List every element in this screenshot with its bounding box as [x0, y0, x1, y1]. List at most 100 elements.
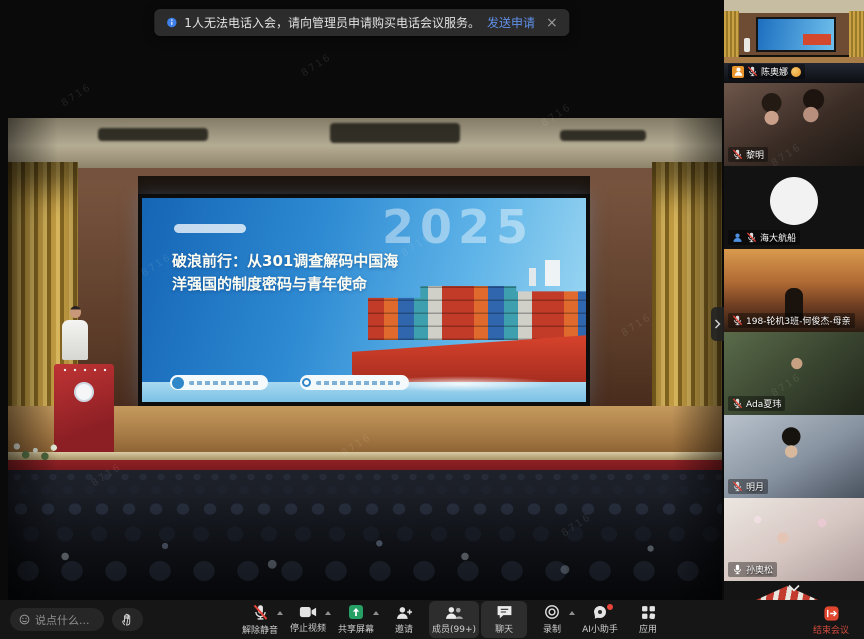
button-label: 停止视频: [290, 621, 326, 634]
participant-name-row: 明月: [728, 479, 768, 494]
button-label: 共享屏幕: [338, 622, 374, 635]
button-label: 邀请: [395, 622, 413, 635]
members-button[interactable]: 成员(99+): [429, 601, 479, 638]
projector-screen-frame: [138, 176, 590, 194]
share-screen-button[interactable]: 共享屏幕: [333, 601, 379, 638]
button-label: 应用: [639, 622, 657, 635]
unmute-button[interactable]: 解除静音: [237, 601, 283, 638]
meeting-toolbar: 说点什么... 解除静音 停止视频 共享屏幕: [0, 600, 864, 639]
end-meeting-label: 结束会议: [813, 623, 849, 636]
button-label: 成员(99+): [432, 622, 476, 635]
participant-name-row: Ada夏玮: [728, 396, 785, 411]
mic-muted-icon: [747, 66, 758, 77]
projector-screen: 2025 破浪前行：从301调查解码中国海洋强国的制度密码与青年使命: [138, 194, 590, 406]
slide-decoration-tag: [174, 224, 246, 233]
participant-tile[interactable]: Ada夏玮: [724, 332, 864, 415]
participant-tile-active-speaker[interactable]: 孙奥松: [724, 498, 864, 581]
invite-person-icon: [396, 605, 413, 620]
participant-name: 黎明: [746, 148, 764, 161]
button-label: 聊天: [495, 622, 513, 635]
stop-video-button[interactable]: 停止视频: [285, 601, 331, 638]
invite-button[interactable]: 邀请: [381, 601, 427, 638]
button-label: AI小助手: [582, 622, 618, 635]
mic-muted-icon: [252, 604, 269, 621]
hall-ceiling: [8, 118, 722, 168]
end-meeting-button[interactable]: 结束会议: [802, 602, 860, 638]
slide-title: 破浪前行：从301调查解码中国海洋强国的制度密码与青年使命: [172, 250, 410, 297]
reaction-hand-button[interactable]: [112, 608, 143, 631]
apps-grid-icon: [641, 605, 656, 620]
participant-tile[interactable]: 明月: [724, 415, 864, 498]
chat-button[interactable]: 聊天: [481, 601, 527, 638]
sidebar-collapse-button[interactable]: [711, 307, 724, 341]
camera-icon: [299, 605, 317, 619]
participant-tile[interactable]: 陈奥娜: [724, 0, 864, 83]
host-badge-icon: [732, 66, 744, 78]
participant-tile[interactable]: 海大航船: [724, 166, 864, 249]
stage-floor: [8, 406, 722, 452]
participant-name-row: 黎明: [728, 147, 768, 162]
slide-info-pill: [300, 375, 409, 390]
chevron-up-icon[interactable]: [569, 611, 575, 615]
toolbar-center-buttons: 解除静音 停止视频 共享屏幕 邀请 成员(99+): [237, 600, 671, 639]
scroll-down-chevron-icon[interactable]: [781, 582, 807, 594]
participant-name: Ada夏玮: [746, 397, 781, 410]
presentation-slide: 2025 破浪前行：从301调查解码中国海洋强国的制度密码与青年使命: [142, 198, 586, 402]
stage-curtain-right: [652, 162, 722, 420]
mic-muted-icon: [732, 149, 743, 160]
chevron-up-icon[interactable]: [373, 611, 379, 615]
chat-bubble-icon: [496, 605, 513, 620]
participant-name-row: 孙奥松: [728, 562, 777, 577]
lecture-hall-video-frame: 2025 破浪前行：从301调查解码中国海洋强国的制度密码与青年使命: [8, 118, 722, 601]
participant-name: 陈奥娜: [761, 65, 788, 78]
speaker-pill-text: [189, 381, 259, 385]
record-icon: [544, 604, 560, 620]
participant-name-row: 海大航船: [728, 230, 800, 245]
notification-banner: 1人无法电话入会，请向管理员申请购买电话会议服务。 发送申请 ×: [154, 9, 569, 36]
mic-muted-icon: [732, 481, 743, 492]
banner-text: 1人无法电话入会，请向管理员申请购买电话会议服务。: [184, 14, 480, 31]
participant-name: 明月: [746, 480, 764, 493]
chevron-up-icon[interactable]: [277, 611, 283, 615]
audience-highlights: [8, 470, 722, 601]
info-pill-icon: [302, 378, 311, 387]
participants-sidebar: 陈奥娜 黎明 海大航船 198-轮机3班-何俊杰-母亲: [724, 0, 864, 600]
chevron-right-icon: [714, 319, 721, 329]
share-screen-icon: [348, 604, 364, 620]
stage-front-edge: [8, 452, 722, 460]
hand-icon: [121, 613, 134, 626]
mic-on-icon: [732, 564, 743, 575]
meeting-app-window: 2025 破浪前行：从301调查解码中国海洋强国的制度密码与青年使命: [0, 0, 864, 639]
message-placeholder: 说点什么...: [35, 612, 90, 628]
button-label: 录制: [543, 622, 561, 635]
speaker-icon: [172, 377, 184, 389]
send-request-link[interactable]: 发送申请: [487, 14, 535, 31]
participant-name: 198-轮机3班-何俊杰-母亲: [746, 314, 851, 327]
stage-flowers: [8, 436, 76, 462]
participant-tile[interactable]: 198-轮机3班-何俊杰-母亲: [724, 249, 864, 332]
record-button[interactable]: 录制: [529, 601, 575, 638]
presenter-figure: [60, 306, 90, 368]
participant-name-row: 陈奥娜: [728, 64, 805, 79]
reaction-emoji-icon: [791, 67, 801, 77]
ai-assistant-button[interactable]: AI小助手: [577, 601, 623, 638]
participant-tile[interactable]: 黎明: [724, 83, 864, 166]
info-icon: [166, 17, 177, 28]
button-label: 解除静音: [242, 623, 278, 636]
participant-name: 孙奥松: [746, 563, 773, 576]
members-icon: [445, 605, 464, 620]
slide-year-watermark: 2025: [382, 200, 534, 254]
mic-muted-icon: [746, 232, 757, 243]
participant-name: 海大航船: [760, 231, 796, 244]
notification-dot: [607, 604, 613, 610]
main-stage-video[interactable]: 2025 破浪前行：从301调查解码中国海洋强国的制度密码与青年使命: [0, 0, 724, 600]
message-input[interactable]: 说点什么...: [10, 608, 104, 631]
mic-muted-icon: [732, 398, 743, 409]
close-icon[interactable]: ×: [546, 15, 558, 31]
smiley-icon: [19, 614, 30, 625]
end-meeting-icon: [823, 605, 840, 622]
chevron-up-icon[interactable]: [325, 611, 331, 615]
mic-muted-icon: [732, 315, 743, 326]
apps-button[interactable]: 应用: [625, 601, 671, 638]
slide-speaker-pill: [170, 375, 268, 390]
